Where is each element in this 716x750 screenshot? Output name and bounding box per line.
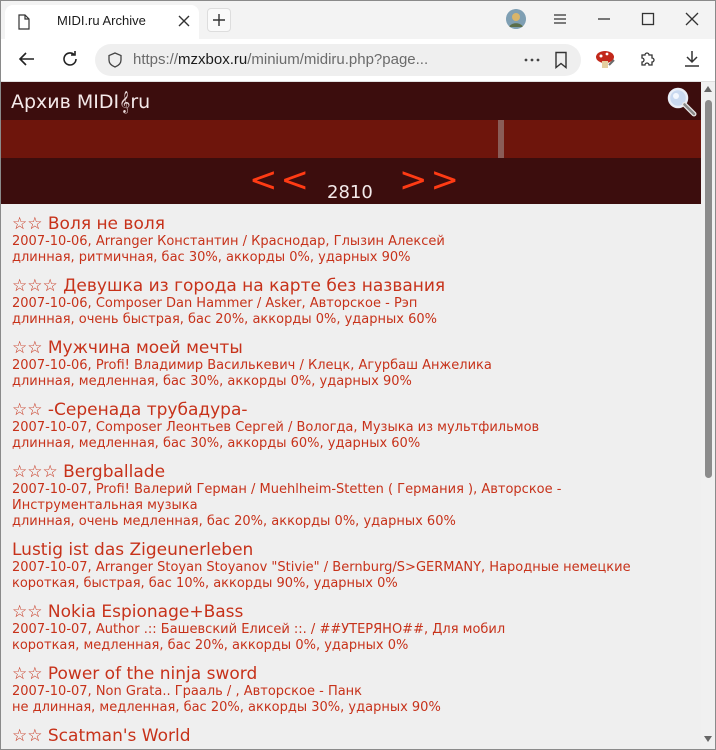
- back-arrow-icon[interactable]: [17, 49, 37, 69]
- page-scrollbar[interactable]: [701, 82, 715, 749]
- midi-title-link[interactable]: ☆☆ Воля не воля: [12, 214, 692, 234]
- page-viewport: Архив MIDI𝄞ru << 2810 >> ☆☆ Воля не воля…: [1, 82, 701, 749]
- menu-icon[interactable]: [552, 11, 568, 27]
- list-item: ☆☆☆ Bergballade 2007-10-07, Profi! Валер…: [12, 462, 692, 530]
- tab-strip: MIDI.ru Archive: [1, 1, 715, 39]
- midi-tags: длинная, ритмичная, бас 30%, аккорды 0%,…: [12, 250, 411, 265]
- midi-meta: 2007-10-07, Profi! Валерий Герман / Mueh…: [12, 482, 562, 513]
- pager: << 2810 >>: [1, 158, 701, 204]
- url-host: mzxbox.ru: [178, 51, 248, 68]
- list-item: ☆☆ Power of the ninja sword 2007-10-07, …: [12, 664, 692, 716]
- scroll-up-arrow-icon[interactable]: [704, 86, 712, 92]
- url-text[interactable]: https://mzxbox.ru/minium/midiru.php?page…: [133, 51, 428, 68]
- midi-tags: длинная, очень медленная, бас 20%, аккор…: [12, 514, 456, 529]
- site-title-suffix: ru: [130, 91, 151, 113]
- midi-tags: короткая, быстрая, бас 10%, аккорды 90%,…: [12, 576, 398, 591]
- midi-title-link[interactable]: ☆☆ Scatman's World: [12, 726, 692, 746]
- midi-tags: длинная, очень быстрая, бас 20%, аккорды…: [12, 312, 437, 327]
- prev-page-link[interactable]: <<: [249, 160, 312, 200]
- navigation-toolbar: https://mzxbox.ru/minium/midiru.php?page…: [1, 39, 715, 82]
- plus-icon: [213, 14, 225, 26]
- maximize-icon[interactable]: [640, 11, 656, 27]
- midi-title-link[interactable]: ☆☆ Мужчина моей мечты: [12, 338, 692, 358]
- midi-meta: 2007-10-06, Arranger Константин / Красно…: [12, 234, 445, 249]
- bookmark-icon[interactable]: [553, 51, 569, 69]
- list-item: ☆☆ Воля не воля 2007-10-06, Arranger Кон…: [12, 214, 692, 266]
- browser-window: MIDI.ru Archive https://mzxbox.ru/minium…: [0, 0, 716, 750]
- scroll-down-arrow-icon[interactable]: [704, 736, 712, 742]
- midi-title-link[interactable]: ☆☆ Power of the ninja sword: [12, 664, 692, 684]
- list-item: Lustig ist das Zigeunerleben 2007-10-07,…: [12, 540, 692, 592]
- tab-midi-archive[interactable]: MIDI.ru Archive: [5, 5, 199, 39]
- extension-mushroom-icon[interactable]: [593, 47, 617, 71]
- list-item: ☆☆☆ Девушка из города на карте без назва…: [12, 276, 692, 328]
- midi-meta: 2007-10-06, Profi! Владимир Василькевич …: [12, 358, 492, 373]
- avatar-icon: [506, 9, 526, 29]
- midi-tags: длинная, медленная, бас 30%, аккорды 60%…: [12, 436, 421, 451]
- list-item: ☆☆ -Серенада трубадура- 2007-10-07, Comp…: [12, 400, 692, 452]
- reload-icon[interactable]: [60, 49, 80, 69]
- page-icon: [18, 14, 30, 30]
- midi-meta: 2007-10-07, Non Grata.. Грааль / , Автор…: [12, 684, 363, 699]
- new-tab-button[interactable]: [207, 8, 231, 32]
- midi-title-link[interactable]: ☆☆☆ Девушка из города на карте без назва…: [12, 276, 692, 296]
- list-item: ☆☆ Мужчина моей мечты 2007-10-06, Profi!…: [12, 338, 692, 390]
- more-dots-icon[interactable]: [523, 52, 541, 68]
- tab-title: MIDI.ru Archive: [57, 13, 146, 28]
- next-page-link[interactable]: >>: [399, 160, 462, 200]
- shield-icon[interactable]: [107, 52, 123, 68]
- profile-avatar[interactable]: [506, 9, 526, 29]
- site-title-text: Архив MIDI: [11, 91, 120, 113]
- url-scheme: https://: [133, 51, 179, 68]
- midi-title-link[interactable]: Lustig ist das Zigeunerleben: [12, 540, 692, 560]
- url-path: /minium/midiru.php?page...: [247, 51, 429, 68]
- midi-title-link[interactable]: ☆☆☆ Bergballade: [12, 462, 692, 482]
- midi-title-link[interactable]: ☆☆ -Серенада трубадура-: [12, 400, 692, 420]
- minimize-icon[interactable]: [596, 11, 612, 27]
- download-icon[interactable]: [682, 49, 702, 69]
- scrollbar-thumb[interactable]: [705, 100, 712, 478]
- midi-meta: 2007-10-06, Composer Dan Hammer / Asker,…: [12, 296, 418, 311]
- current-page-number: 2810: [327, 182, 373, 203]
- search-icon[interactable]: [665, 86, 697, 118]
- site-title[interactable]: Архив MIDI𝄞ru: [11, 91, 150, 113]
- page-position-bar[interactable]: [1, 120, 701, 158]
- list-item: ☆☆ Nokia Espionage+Bass 2007-10-07, Auth…: [12, 602, 692, 654]
- midi-list: ☆☆ Воля не воля 2007-10-06, Arranger Кон…: [12, 214, 692, 749]
- treble-clef-glyph: 𝄞: [119, 91, 131, 113]
- midi-tags: не длинная, медленная, бас 20%, аккорды …: [12, 700, 441, 715]
- midi-meta: 2007-10-07, Author .:: Башевский Елисей …: [12, 622, 506, 637]
- midi-meta: 2007-10-07, Arranger Stoyan Stoyanov "St…: [12, 560, 631, 575]
- list-item: ☆☆ Scatman's World: [12, 726, 692, 746]
- midi-meta: 2007-10-07, Composer Леонтьев Сергей / В…: [12, 420, 540, 435]
- midi-tags: длинная, медленная, бас 30%, аккорды 0%,…: [12, 374, 412, 389]
- extensions-puzzle-icon[interactable]: [638, 49, 658, 69]
- midi-title-link[interactable]: ☆☆ Nokia Espionage+Bass: [12, 602, 692, 622]
- midi-tags: короткая, медленная, бас 20%, аккорды 0%…: [12, 638, 409, 653]
- close-window-icon[interactable]: [684, 11, 700, 27]
- site-header: Архив MIDI𝄞ru: [1, 82, 701, 120]
- page-position-marker[interactable]: [498, 120, 504, 158]
- address-bar[interactable]: https://mzxbox.ru/minium/midiru.php?page…: [95, 44, 581, 76]
- close-icon[interactable]: [177, 14, 191, 28]
